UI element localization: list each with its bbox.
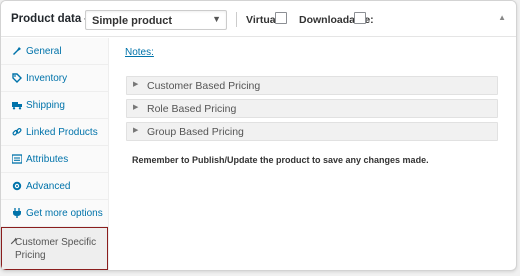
collapse-arrow-icon[interactable]: ▲ xyxy=(498,13,506,22)
tab-general[interactable]: General xyxy=(1,38,108,65)
accordion-label: Group Based Pricing xyxy=(147,126,244,138)
accordion-label: Role Based Pricing xyxy=(147,103,237,115)
plugin-icon xyxy=(12,208,22,218)
panel-header: Product data — Simple product ▼ Virtual:… xyxy=(1,1,516,37)
link-icon xyxy=(12,127,22,137)
notes-link[interactable]: Notes: xyxy=(125,47,154,58)
tab-get-more-options[interactable]: Get more options xyxy=(1,200,108,227)
gear-icon xyxy=(12,181,22,191)
header-divider xyxy=(236,12,237,27)
tab-label: Attributes xyxy=(26,154,69,165)
tab-label: General xyxy=(26,46,62,57)
list-icon xyxy=(12,154,22,164)
product-type-value: Simple product xyxy=(92,15,173,27)
chevron-down-icon: ▼ xyxy=(212,14,221,24)
pricing-panel: Notes: ▶ Customer Based Pricing ▶ Role B… xyxy=(111,38,516,270)
caret-right-icon: ▶ xyxy=(133,81,139,88)
virtual-checkbox[interactable] xyxy=(275,12,287,24)
tab-inventory[interactable]: Inventory xyxy=(1,65,108,92)
tab-label: Get more options xyxy=(26,208,103,219)
tab-label: Customer Specific Pricing xyxy=(15,237,97,261)
tag-icon xyxy=(12,73,22,83)
tab-linked-products[interactable]: Linked Products xyxy=(1,119,108,146)
truck-icon xyxy=(12,100,22,110)
tab-shipping[interactable]: Shipping xyxy=(1,92,108,119)
panel-title: Product data — xyxy=(11,13,96,25)
tab-attributes[interactable]: Attributes xyxy=(1,146,108,173)
accordion-group-based-pricing[interactable]: ▶ Group Based Pricing xyxy=(126,122,498,141)
product-data-tabs: General Inventory Shipping Linked Produc… xyxy=(1,38,109,270)
tab-label: Inventory xyxy=(26,73,68,84)
downloadable-checkbox[interactable] xyxy=(354,12,366,24)
tab-customer-specific-pricing[interactable]: Customer Specific Pricing xyxy=(1,227,108,270)
caret-right-icon: ▶ xyxy=(133,127,139,134)
accordion-role-based-pricing[interactable]: ▶ Role Based Pricing xyxy=(126,99,498,118)
wrench-icon xyxy=(12,46,22,56)
tab-label: Linked Products xyxy=(26,127,98,138)
tab-advanced[interactable]: Advanced xyxy=(1,173,108,200)
tab-label: Advanced xyxy=(26,181,71,192)
product-type-select[interactable]: Simple product ▼ xyxy=(85,10,227,30)
save-reminder-text: Remember to Publish/Update the product t… xyxy=(132,155,429,165)
caret-right-icon: ▶ xyxy=(133,104,139,111)
accordion-label: Customer Based Pricing xyxy=(147,80,261,92)
tab-label: Shipping xyxy=(26,100,65,111)
product-data-panel: Product data — Simple product ▼ Virtual:… xyxy=(0,0,517,271)
accordion-customer-based-pricing[interactable]: ▶ Customer Based Pricing xyxy=(126,76,498,95)
